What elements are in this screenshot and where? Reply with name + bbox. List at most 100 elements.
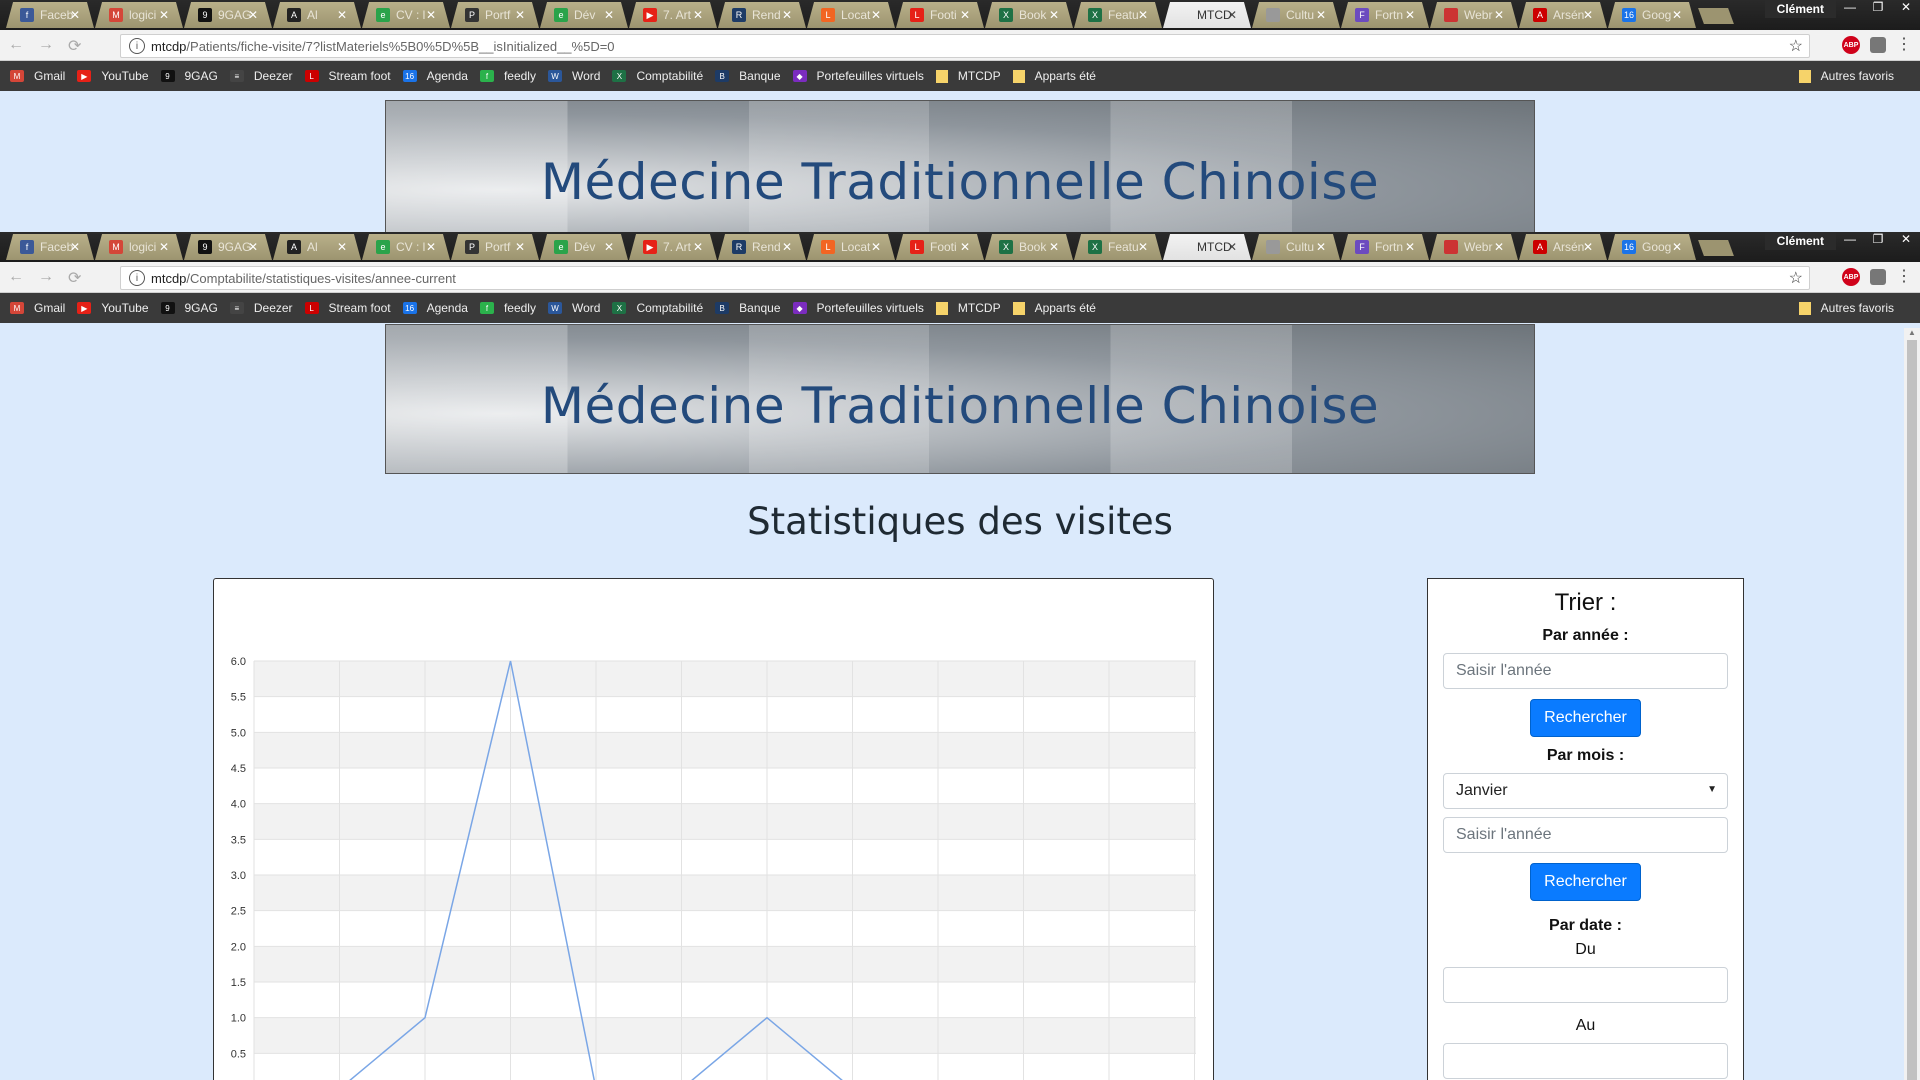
tab-close-icon[interactable]: ✕ [337,240,347,254]
bookmark-item[interactable]: B Banque [715,69,781,83]
tab[interactable]: L Footi ✕ [896,234,984,260]
bookmark-item[interactable]: ◆ Portefeuilles virtuels [792,69,924,83]
tab[interactable]: X Book ✕ [985,2,1073,28]
bookmark-item[interactable]: M Gmail [10,69,65,83]
bookmark-item[interactable]: MTCDP [935,301,1001,315]
tab[interactable]: f Faceb ✕ [6,2,94,28]
bookmark-item[interactable]: W Word [547,301,600,315]
info-icon[interactable]: i [129,270,145,286]
bookmark-item[interactable]: X Comptabilité [612,69,703,83]
tab[interactable]: 9 9GAG ✕ [184,2,272,28]
tab[interactable]: P Portf ✕ [451,234,539,260]
tab[interactable]: f Faceb ✕ [6,234,94,260]
other-bookmarks[interactable]: Autres favoris [1798,293,1894,323]
tab-close-icon[interactable]: ✕ [1316,240,1326,254]
tab[interactable]: F Fortn ✕ [1341,2,1429,28]
tab-close-icon[interactable]: ✕ [871,8,881,22]
tab-close-icon[interactable]: ✕ [1405,240,1415,254]
scrollbar[interactable]: ▲ [1904,328,1920,1080]
search-month-button[interactable]: Rechercher [1530,863,1641,901]
tab[interactable]: Cultu ✕ [1252,2,1340,28]
tab[interactable]: P Portf ✕ [451,2,539,28]
tab[interactable]: Mlogici ✕ [95,234,183,260]
bookmark-item[interactable]: L Stream foot [304,69,391,83]
bookmark-star-icon[interactable]: ☆ [1789,268,1803,288]
menu-icon[interactable]: ⋮ [1896,37,1912,53]
tab[interactable]: F Fortn ✕ [1341,234,1429,260]
bookmark-item[interactable]: ≡ Deezer [229,301,293,315]
tab-close-icon[interactable]: ✕ [1405,8,1415,22]
tab-close-icon[interactable]: ✕ [1138,240,1148,254]
tab[interactable]: A Al ✕ [273,234,361,260]
tab-close-icon[interactable]: ✕ [960,240,970,254]
tab-close-icon[interactable]: ✕ [248,240,258,254]
scrollbar-thumb[interactable] [1907,340,1917,1080]
bookmark-star-icon[interactable]: ☆ [1789,36,1803,56]
info-icon[interactable]: i [129,38,145,54]
tab[interactable]: A Arsén ✕ [1519,234,1607,260]
menu-icon[interactable]: ⋮ [1896,269,1912,285]
tab-close-icon[interactable]: ✕ [159,240,169,254]
tab-close-icon[interactable]: ✕ [1494,8,1504,22]
tab[interactable]: MTCD ✕ [1163,2,1251,28]
tab[interactable]: L Footi ✕ [896,2,984,28]
tab-close-icon[interactable]: ✕ [337,8,347,22]
bookmark-item[interactable]: ≡ Deezer [229,69,293,83]
restore-icon[interactable]: ❐ [1864,0,1892,18]
tab[interactable]: 16 Goog ✕ [1608,2,1696,28]
close-window-icon[interactable]: ✕ [1892,0,1920,18]
bookmark-item[interactable]: B Banque [715,301,781,315]
tab-close-icon[interactable]: ✕ [1316,8,1326,22]
tab-close-icon[interactable]: ✕ [604,240,614,254]
tab-close-icon[interactable]: ✕ [1672,240,1682,254]
bookmark-item[interactable]: M Gmail [10,301,65,315]
scroll-up-icon[interactable]: ▲ [1908,328,1916,337]
restore-icon[interactable]: ❐ [1864,232,1892,250]
bookmark-item[interactable]: L Stream foot [304,301,391,315]
bookmark-item[interactable]: MTCDP [935,69,1001,83]
profile-name[interactable]: Clément [1764,0,1836,18]
tab[interactable]: Cultu ✕ [1252,234,1340,260]
extension-icon[interactable] [1870,269,1886,285]
tab[interactable]: ▶ 7. Art ✕ [629,234,717,260]
month-year-input[interactable]: Saisir l'année [1443,817,1728,853]
bookmark-item[interactable]: ▶ YouTube [77,301,149,315]
tab-close-icon[interactable]: ✕ [693,8,703,22]
adblock-icon[interactable]: ABP [1842,36,1860,54]
tab[interactable]: e Dév ✕ [540,234,628,260]
tab-close-icon[interactable]: ✕ [960,8,970,22]
forward-icon[interactable]: → [38,36,54,56]
back-icon[interactable]: ← [8,268,24,288]
tab[interactable]: L Locat ✕ [807,234,895,260]
bookmark-item[interactable]: X Comptabilité [612,301,703,315]
tab[interactable]: e CV : l ✕ [362,2,450,28]
adblock-icon[interactable]: ABP [1842,268,1860,286]
bookmark-item[interactable]: ◆ Portefeuilles virtuels [792,301,924,315]
tab-close-icon[interactable]: ✕ [1494,240,1504,254]
tab-close-icon[interactable]: ✕ [604,8,614,22]
tab[interactable]: R Rend ✕ [718,234,806,260]
tab-close-icon[interactable]: ✕ [871,240,881,254]
address-bar[interactable]: i mtcdp/Comptabilite/statistiques-visite… [120,266,1810,290]
tab[interactable]: R Rend ✕ [718,2,806,28]
profile-name[interactable]: Clément [1764,232,1836,250]
tab-close-icon[interactable]: ✕ [515,240,525,254]
tab[interactable]: MTCD ✕ [1163,234,1251,260]
tab[interactable]: A Arsén ✕ [1519,2,1607,28]
tab-close-icon[interactable]: ✕ [1049,8,1059,22]
close-window-icon[interactable]: ✕ [1892,232,1920,250]
tab[interactable]: X Featu ✕ [1074,234,1162,260]
bookmark-item[interactable]: 16 Agenda [402,69,468,83]
tab[interactable]: X Book ✕ [985,234,1073,260]
tab-close-icon[interactable]: ✕ [426,240,436,254]
bookmark-item[interactable]: f feedly [479,69,536,83]
tab-close-icon[interactable]: ✕ [1138,8,1148,22]
tab-close-icon[interactable]: ✕ [1227,8,1237,22]
tab[interactable]: 16 Goog ✕ [1608,234,1696,260]
tab-close-icon[interactable]: ✕ [1049,240,1059,254]
extension-icon[interactable] [1870,37,1886,53]
new-tab-button[interactable] [1698,8,1734,24]
tab-close-icon[interactable]: ✕ [70,8,80,22]
tab[interactable]: Mlogici ✕ [95,2,183,28]
back-icon[interactable]: ← [8,36,24,56]
